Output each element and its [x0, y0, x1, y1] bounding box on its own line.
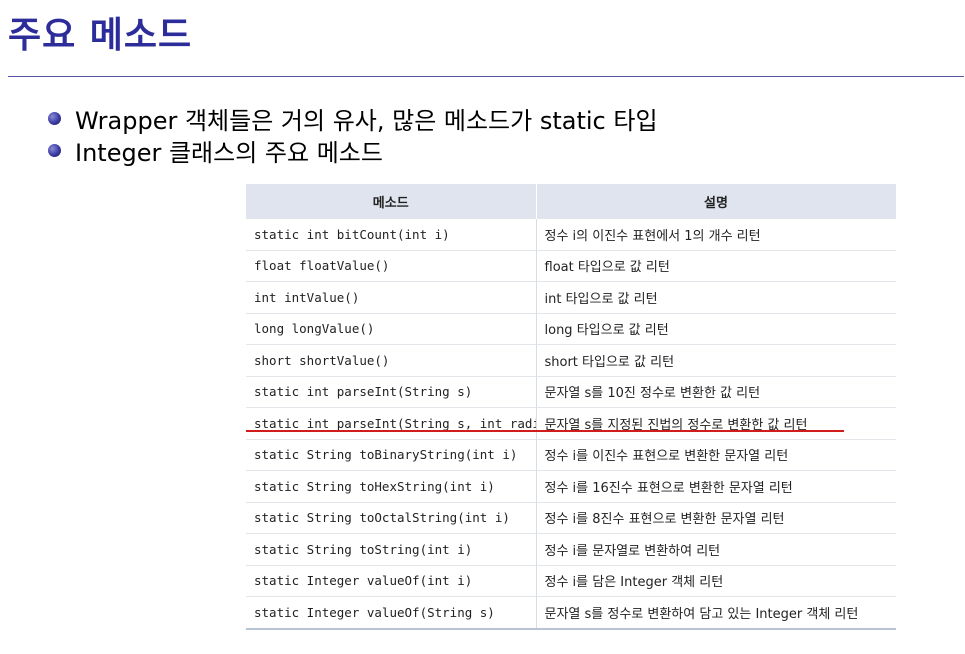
- description-cell: long 타입으로 값 리턴: [536, 312, 896, 345]
- description-cell: 문자열 s를 정수로 변환하여 담고 있는 Integer 객체 리턴: [536, 596, 896, 630]
- table-row: static Integer valueOf(int i) 정수 i를 담은 In…: [246, 564, 896, 597]
- description-cell: float 타입으로 값 리턴: [536, 249, 896, 282]
- description-cell: 문자열 s를 지정된 진법의 정수로 변환한 값 리턴: [536, 407, 896, 439]
- method-cell: static String toHexString(int i): [246, 470, 537, 502]
- method-cell: short shortValue(): [246, 344, 537, 376]
- bullet-text: Wrapper 객체들은 거의 유사, 많은 메소드가 static 타입: [75, 106, 658, 135]
- description-cell: 정수 i를 8진수 표현으로 변환한 문자열 리턴: [536, 501, 896, 534]
- description-cell: 정수 i를 담은 Integer 객체 리턴: [536, 564, 896, 597]
- method-cell: long longValue(): [246, 312, 537, 345]
- table-row: static String toString(int i) 정수 i를 문자열로 …: [246, 533, 896, 565]
- method-cell: int intValue(): [246, 281, 537, 313]
- bullet-list: Wrapper 객체들은 거의 유사, 많은 메소드가 static 타입 In…: [48, 102, 658, 167]
- bullet-dot-icon: [48, 111, 61, 125]
- description-cell: 정수 i를 문자열로 변환하여 리턴: [536, 533, 896, 565]
- table-row: static String toBinaryString(int i) 정수 i를…: [246, 438, 896, 471]
- methods-table-container: 메소드 설명 static int bitCount(int i) 정수 i의 이…: [246, 184, 897, 630]
- table-row: long longValue() long 타입으로 값 리턴: [246, 312, 896, 345]
- bullet-text: Integer 클래스의 주요 메소드: [75, 138, 383, 167]
- header-method: 메소드: [246, 184, 537, 219]
- description-cell: short 타입으로 값 리턴: [536, 344, 896, 376]
- table-row: static int bitCount(int i) 정수 i의 이진수 표현에서…: [246, 218, 896, 250]
- table-row-highlighted: static int parseInt(String s, int radix)…: [246, 407, 896, 439]
- description-cell: 문자열 s를 10진 정수로 변환한 값 리턴: [536, 375, 896, 408]
- table-row: static String toOctalString(int i) 정수 i를 …: [246, 501, 896, 534]
- description-cell: int 타입으로 값 리턴: [536, 281, 896, 313]
- header-description: 설명: [536, 184, 897, 219]
- method-cell: static int parseInt(String s, int radix): [246, 407, 537, 439]
- bullet-item: Integer 클래스의 주요 메소드: [48, 134, 658, 167]
- method-cell: static String toString(int i): [246, 533, 537, 565]
- table-row: float floatValue() float 타입으로 값 리턴: [246, 249, 896, 282]
- method-cell: static Integer valueOf(int i): [246, 564, 537, 597]
- slide-title: 주요 메소드: [8, 15, 193, 56]
- description-cell: 정수 i의 이진수 표현에서 1의 개수 리턴: [536, 218, 896, 250]
- method-cell: static String toBinaryString(int i): [246, 438, 537, 471]
- table-row: int intValue() int 타입으로 값 리턴: [246, 281, 896, 313]
- table-header-row: 메소드 설명: [246, 184, 897, 219]
- method-cell: static int parseInt(String s): [246, 375, 537, 408]
- description-cell: 정수 i를 16진수 표현으로 변환한 문자열 리턴: [536, 470, 896, 502]
- description-cell: 정수 i를 이진수 표현으로 변환한 문자열 리턴: [536, 438, 896, 471]
- title-divider: [8, 76, 964, 77]
- bullet-item: Wrapper 객체들은 거의 유사, 많은 메소드가 static 타입: [48, 102, 658, 135]
- method-cell: static Integer valueOf(String s): [246, 596, 537, 630]
- methods-table: 메소드 설명 static int bitCount(int i) 정수 i의 이…: [246, 184, 897, 630]
- table-row: short shortValue() short 타입으로 값 리턴: [246, 344, 896, 376]
- table-row: static String toHexString(int i) 정수 i를 16…: [246, 470, 896, 502]
- highlight-underline: [246, 430, 844, 432]
- method-cell: float floatValue(): [246, 249, 537, 282]
- table-row: static Integer valueOf(String s) 문자열 s를 정…: [246, 596, 896, 630]
- method-cell: static int bitCount(int i): [246, 218, 537, 250]
- bullet-dot-icon: [48, 143, 61, 157]
- table-row: static int parseInt(String s) 문자열 s를 10진 …: [246, 375, 896, 408]
- method-cell: static String toOctalString(int i): [246, 501, 537, 534]
